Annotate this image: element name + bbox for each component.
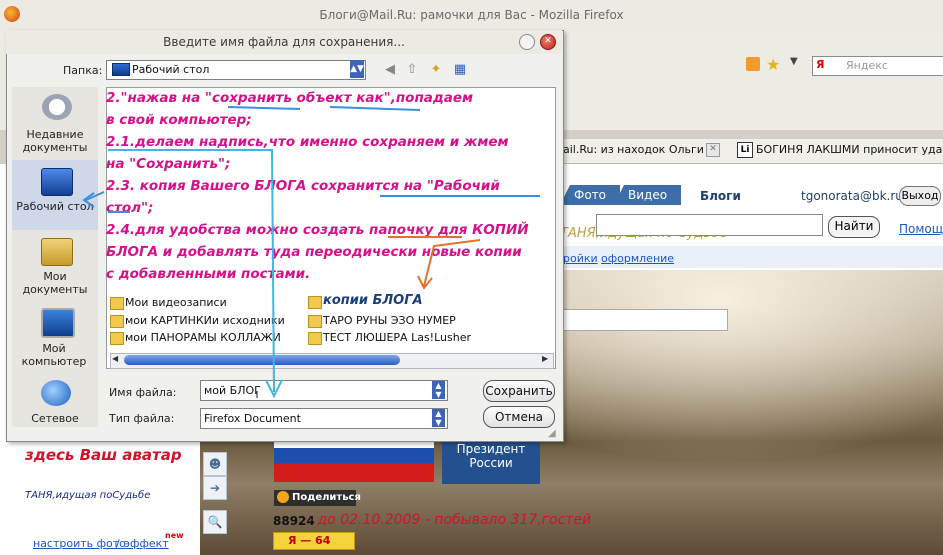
view-menu-icon[interactable]: ▦ [452,62,468,78]
file-item[interactable]: ТЕСТ ЛЮШЕРА Las!Lusher [323,331,471,344]
folder-icon [110,297,124,310]
scroll-right-icon[interactable]: ▶ [542,354,548,363]
nav-tab-blogs[interactable]: Блоги [700,189,741,203]
folder-dropdown-arrow-icon[interactable]: ▲▼ [350,60,364,78]
tab-close-icon[interactable]: ✕ [706,143,720,157]
filetype-label: Тип файла: [109,412,175,425]
folder-icon [110,332,124,345]
visit-counter-text: - до 02.10.2009 - побывало 317,гостей [308,512,592,528]
file-item[interactable]: мои КАРТИНКИи исходники [125,314,285,327]
avatar-caption: ТАНЯ,идущая поСудьбе [25,490,151,501]
logout-button[interactable]: Выход [899,186,941,206]
place-recent[interactable]: Недавние документы [12,128,98,154]
avatar-placeholder-text: здесь Ваш аватар [25,446,182,464]
arrow-right-icon[interactable]: ➔ [203,476,227,500]
search-placeholder: Яндекс [846,59,888,72]
scroll-left-icon[interactable]: ◀ [112,354,118,363]
instruction-line: 2.1.делаем надпись,что именно сохраняем … [106,134,509,150]
tab-mail-ru[interactable]: ail.Ru: из находок Ольги ... [563,143,718,156]
page-text-field[interactable] [560,309,728,331]
scrollbar-thumb[interactable] [124,355,400,365]
dialog-minimize-button[interactable] [519,34,535,50]
resize-grip-icon[interactable]: ◢ [548,428,556,439]
bookmark-star-icon[interactable]: ★ [766,55,780,74]
new-badge: new [165,531,184,540]
place-my-computer[interactable]: Мой компьютер [18,342,90,368]
my-computer-icon [41,308,75,338]
link-separator: / [116,537,120,550]
file-item[interactable]: ТАРО РУНЫ ЭЗО НУМЕР [323,314,456,327]
user-email[interactable]: tgonorata@bk.ru [801,189,903,203]
desktop-icon [112,63,130,76]
file-item[interactable]: мои ПАНОРАМЫ КОЛЛАЖИ [125,331,281,344]
file-item[interactable]: копии БЛОГА [323,293,423,308]
liveinternet-icon: Li [737,142,753,158]
yandex-rank-text: Я — 64 [288,534,331,547]
up-folder-icon[interactable]: ⇧ [404,62,420,78]
window-title: Блоги@Mail.Ru: рамочки для Вас - Mozilla… [319,8,624,22]
my-documents-icon [41,238,73,266]
tab-bar: ail.Ru: из находок Ольги ... ✕ Li БОГИНЯ… [560,139,943,164]
photo-settings-link[interactable]: настроить фото [33,537,126,550]
russian-flag-image [274,436,434,482]
instruction-line: в свой компьютер; [106,112,252,128]
filetype-dropdown-arrow-icon[interactable]: ▲ ▼ [432,409,445,427]
instruction-line: 2.3. копия Вашего БЛОГА сохранится на "Р… [106,178,500,194]
folder-icon [110,315,124,328]
instruction-line: БЛОГА и добавлять туда переодически новы… [106,244,522,260]
instruction-line: на "Сохранить"; [106,156,231,172]
people-icon[interactable]: ☻ [203,452,227,476]
share-icon [277,491,289,503]
filetype-value: Firefox Document [204,412,301,425]
tab-lakshmi[interactable]: БОГИНЯ ЛАКШМИ приносит удачу,... [756,143,943,156]
zoom-icon[interactable]: 🔍 [203,510,227,534]
filename-value[interactable]: мой БЛОГ [204,384,261,397]
back-icon[interactable]: ◀ [382,62,398,78]
network-icon [41,380,71,406]
instruction-line: стол"; [106,200,154,216]
place-network[interactable]: Сетевое [12,412,98,425]
settings-link[interactable]: ройки [563,252,598,265]
file-item[interactable]: Мои видеозаписи [125,296,227,309]
desktop-icon [41,168,73,196]
share-label: Поделиться [292,492,361,503]
help-link[interactable]: Помощ [899,222,943,236]
blog-search-input[interactable] [596,214,823,236]
save-button[interactable]: Сохранить [483,380,555,402]
effect-link[interactable]: эффект [124,537,169,550]
nav-tab-photo[interactable]: Фото [560,185,621,205]
instruction-line: 2."нажав на "сохранить объект как",попад… [106,90,474,106]
folder-label: Папка: [63,64,103,77]
instruction-line: 2.4.для удобства можно создать папочку д… [106,222,529,238]
place-desktop[interactable]: Рабочий стол [12,200,98,213]
folder-icon [308,315,322,328]
find-button[interactable]: Найти [828,216,880,238]
dialog-title: Введите имя файла для сохранения... [163,35,405,49]
folder-value: Рабочий стол [132,63,210,76]
folder-icon [308,296,322,309]
yandex-logo-icon[interactable]: Я [816,58,824,71]
url-dropdown-icon[interactable]: ▼ [790,56,798,67]
new-folder-icon[interactable]: ✦ [428,62,444,78]
rss-feed-icon[interactable] [746,57,760,71]
recent-docs-icon [42,94,72,120]
filename-label: Имя файла: [109,386,177,399]
dialog-close-button[interactable]: ✕ [540,34,556,50]
instruction-line: с добавленными постами. [106,266,311,282]
filename-dropdown-arrow-icon[interactable]: ▲ ▼ [432,381,445,399]
folder-icon [308,332,322,345]
cancel-button[interactable]: Отмена [483,406,555,428]
yandex-rank-badge[interactable]: Я — 64 [273,532,355,550]
design-link[interactable]: оформление [601,252,674,265]
nav-tab-video[interactable]: Видео [614,185,682,205]
president-banner[interactable]: Президент России [442,436,540,484]
place-my-documents[interactable]: Мои документы [12,270,98,296]
